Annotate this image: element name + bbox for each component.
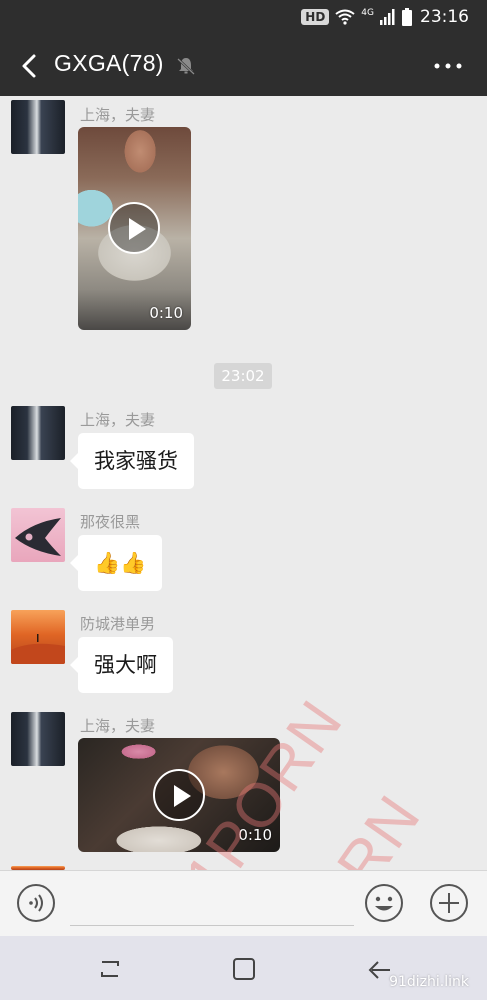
home-button[interactable] — [230, 956, 258, 982]
sender-name: 上海，夫妻 — [80, 717, 156, 735]
recent-apps-icon — [101, 961, 119, 977]
back-button[interactable] — [14, 50, 46, 82]
signal-icon — [380, 9, 396, 25]
thumbs-up-emoji: 👍👍 — [94, 551, 147, 575]
video-message[interactable]: 0:10 — [78, 738, 280, 852]
input-bar — [0, 870, 487, 936]
chat-message-list[interactable]: 上海，夫妻 0:10 23:02 上海，夫妻 我家骚货 那夜很黑 👍👍 防城港单… — [0, 96, 487, 870]
emoji-button[interactable] — [364, 883, 404, 923]
time-divider: 23:02 — [214, 363, 272, 389]
video-message[interactable]: 0:10 — [78, 127, 191, 330]
hd-badge: HD — [301, 9, 330, 25]
plus-icon — [430, 884, 468, 922]
wifi-icon — [335, 9, 355, 25]
avatar[interactable] — [11, 610, 65, 664]
avatar[interactable] — [11, 508, 65, 562]
more-dots-icon — [434, 63, 462, 69]
fish-avatar-icon — [15, 518, 61, 556]
chevron-left-icon — [22, 54, 36, 78]
site-watermark: 91dizhi.link — [389, 974, 469, 990]
avatar[interactable] — [11, 406, 65, 460]
play-icon[interactable] — [153, 769, 205, 821]
more-actions-button[interactable] — [429, 883, 469, 923]
message-input[interactable] — [70, 883, 354, 926]
avatar[interactable] — [11, 712, 65, 766]
home-icon — [233, 958, 255, 980]
emoji-face-icon — [365, 884, 403, 922]
network-type-label: 4G — [361, 8, 374, 18]
voice-input-button[interactable] — [16, 883, 56, 923]
avatar[interactable] — [11, 100, 65, 154]
text-message-bubble[interactable]: 👍👍 — [69, 535, 163, 591]
recent-apps-button[interactable] — [96, 956, 124, 982]
clock: 23:16 — [420, 7, 469, 27]
more-options-button[interactable] — [433, 54, 463, 78]
text-message-bubble[interactable]: 强大啊 — [70, 637, 173, 693]
sender-name: 那夜很黑 — [80, 513, 141, 531]
sender-name: 上海，夫妻 — [80, 411, 156, 429]
text-message-bubble[interactable]: 我家骚货 — [70, 433, 194, 489]
video-duration: 0:10 — [238, 826, 272, 844]
title-bar: GXGA(78) — [0, 36, 487, 96]
sender-name: 防城港单男 — [80, 615, 156, 633]
battery-icon — [402, 8, 412, 26]
desert-avatar-icon — [11, 634, 65, 664]
sender-name: 上海，夫妻 — [80, 106, 156, 124]
chat-title: GXGA(78) — [54, 50, 164, 76]
system-navigation-bar: 91dizhi.link — [0, 936, 487, 1000]
status-icons: HD 4G 23:16 — [301, 6, 469, 28]
mute-bell-icon — [176, 56, 196, 76]
video-duration: 0:10 — [149, 304, 183, 322]
play-icon[interactable] — [108, 202, 160, 254]
status-bar: HD 4G 23:16 — [0, 0, 487, 36]
voice-icon — [17, 884, 55, 922]
